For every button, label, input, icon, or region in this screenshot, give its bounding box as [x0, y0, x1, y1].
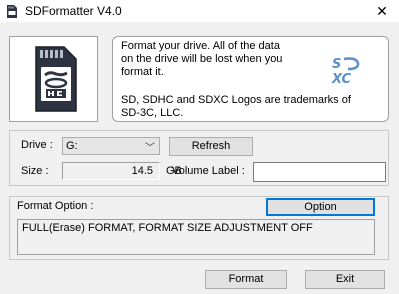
svg-text:XC: XC	[331, 72, 352, 85]
drive-select[interactable]: G: ﹀	[62, 137, 160, 155]
info-text-line-3: format it.	[121, 66, 164, 78]
title-bar: SDFormatter V4.0 ✕	[0, 0, 399, 22]
sd-card-icon	[6, 5, 18, 18]
refresh-button[interactable]: Refresh	[169, 137, 253, 156]
size-label: Size :	[21, 165, 49, 177]
volume-label-input[interactable]	[253, 162, 386, 182]
info-text-line-2: on the drive will be lost when you	[121, 53, 283, 65]
format-option-label: Format Option :	[17, 200, 94, 212]
sdhc-card-icon	[34, 45, 78, 113]
svg-text:S: S	[332, 57, 341, 72]
info-panel: Format your drive. All of the data on th…	[112, 36, 389, 122]
volume-label: Volume Label :	[172, 165, 245, 177]
sdxc-logo-icon: S XC	[326, 55, 370, 87]
chevron-down-icon: ﹀	[145, 143, 155, 154]
format-button[interactable]: Format	[205, 270, 287, 289]
exit-button[interactable]: Exit	[305, 270, 385, 289]
trademark-line-2: SD-3C, LLC.	[121, 107, 184, 119]
drive-select-value: G:	[66, 140, 78, 152]
size-field: 14.5	[62, 162, 160, 180]
info-text-line-1: Format your drive. All of the data	[121, 40, 280, 52]
format-option-display: FULL(Erase) FORMAT, FORMAT SIZE ADJUSTME…	[17, 219, 375, 255]
format-option-value: FULL(Erase) FORMAT, FORMAT SIZE ADJUSTME…	[22, 222, 313, 234]
trademark-line-1: SD, SDHC and SDXC Logos are trademarks o…	[121, 94, 351, 106]
size-value: 14.5	[131, 165, 153, 177]
option-button[interactable]: Option	[266, 198, 375, 216]
drive-label: Drive :	[21, 139, 53, 151]
card-image-panel	[9, 36, 98, 122]
close-button[interactable]: ✕	[365, 0, 399, 22]
window-title: SDFormatter V4.0	[25, 4, 122, 18]
